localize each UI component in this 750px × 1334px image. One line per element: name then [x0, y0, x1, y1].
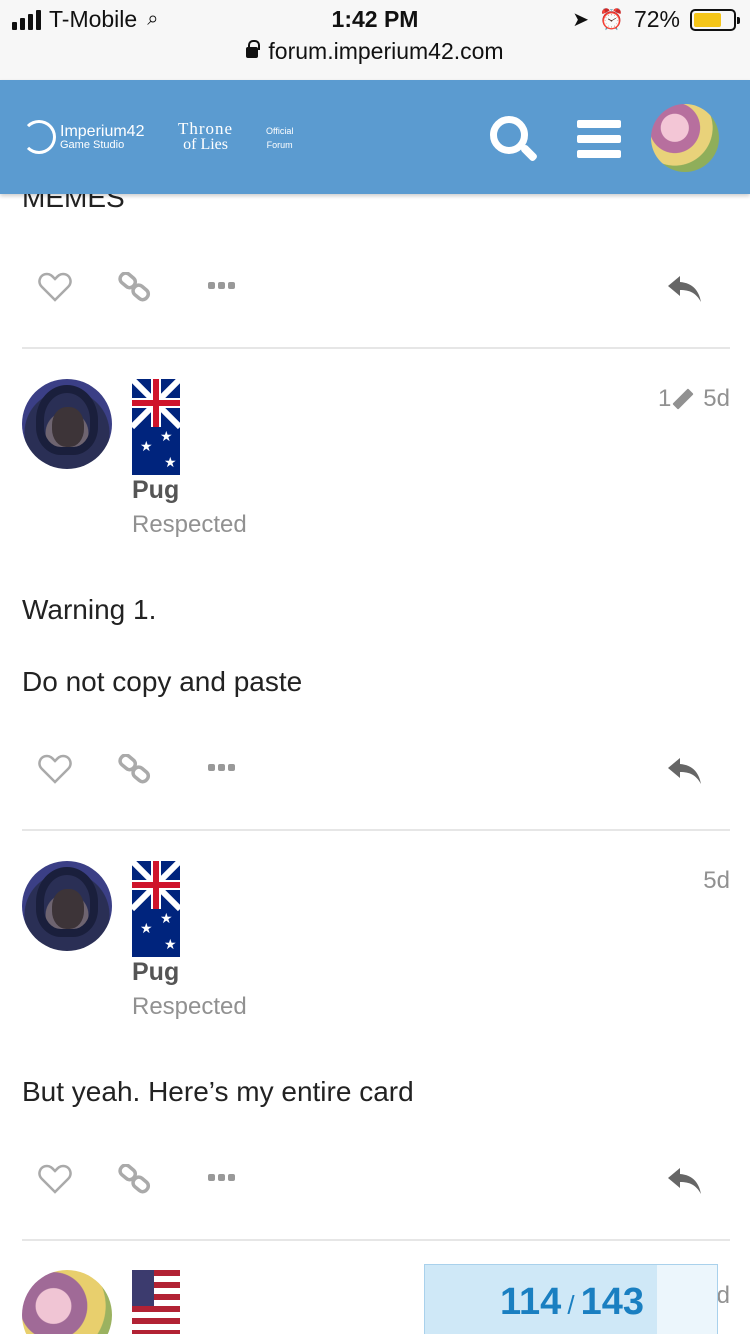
topic-stream: MEMES ★ ★ ★ Pug Respected 1 5d Warning 1… [0, 0, 750, 1334]
post-age[interactable]: 5d [703, 867, 730, 895]
throne-of-lies-logo[interactable]: Throne of Lies [178, 120, 233, 153]
share-link-icon[interactable] [118, 754, 152, 784]
user-avatar[interactable] [22, 379, 112, 469]
official-line2: Forum [266, 139, 293, 150]
user-title: Respected [132, 993, 247, 1020]
progress-counter: 114/143 [425, 1281, 719, 1324]
reply-icon[interactable] [666, 272, 704, 306]
post-actions [22, 1150, 730, 1210]
current-user-avatar[interactable] [651, 104, 719, 172]
post-meta: 1 5d [658, 385, 730, 413]
hamburger-menu-icon[interactable] [577, 120, 621, 158]
more-actions-icon[interactable] [208, 1174, 235, 1181]
search-icon[interactable] [490, 116, 539, 164]
pencil-icon[interactable] [672, 388, 694, 410]
reply-icon[interactable] [666, 1164, 704, 1198]
like-heart-icon[interactable] [38, 1164, 72, 1194]
australia-flag-icon: ★ ★ ★ [132, 861, 180, 957]
post-divider [22, 829, 730, 831]
post-body-line: But yeah. Here’s my entire card [22, 1076, 414, 1107]
usa-flag-icon [132, 1270, 180, 1334]
post-divider [22, 1239, 730, 1241]
share-link-icon[interactable] [118, 272, 152, 302]
forum-header: Imperium42 Game Studio Throne of Lies Of… [0, 80, 750, 194]
topic-progress[interactable]: 114/143 [424, 1264, 718, 1334]
post-meta: 5d [703, 867, 730, 895]
imperium42-logo[interactable]: Imperium42 Game Studio [22, 120, 144, 154]
progress-current: 114 [500, 1281, 562, 1323]
username[interactable]: Pug [132, 958, 179, 987]
post-body-line: Warning 1. [22, 594, 157, 625]
official-line1: Official [266, 126, 294, 136]
game-title-bottom: of Lies [183, 136, 228, 153]
australia-flag-icon: ★ ★ ★ [132, 379, 180, 475]
like-heart-icon[interactable] [38, 272, 72, 302]
logo-main-text: Imperium42 [60, 122, 145, 140]
post-divider [22, 347, 730, 349]
progress-separator: / [567, 1290, 575, 1320]
user-title: Respected [132, 511, 247, 538]
swirl-logo-icon [22, 120, 56, 154]
edit-count[interactable]: 1 [658, 385, 671, 413]
reply-icon[interactable] [666, 754, 704, 788]
like-heart-icon[interactable] [38, 754, 72, 784]
official-forum-label: Official Forum [266, 125, 293, 152]
more-actions-icon[interactable] [208, 282, 235, 289]
share-link-icon[interactable] [118, 1164, 152, 1194]
post-age[interactable]: 5d [703, 385, 730, 413]
game-title-top: Throne [178, 119, 234, 138]
logo-sub-text: Game Studio [60, 138, 125, 151]
post-actions [22, 258, 730, 318]
post-actions [22, 740, 730, 800]
username[interactable]: Pug [132, 476, 179, 505]
post-body-line: Do not copy and paste [22, 666, 303, 697]
user-avatar[interactable] [22, 1270, 112, 1334]
user-avatar[interactable] [22, 861, 112, 951]
progress-total: 143 [580, 1281, 644, 1323]
more-actions-icon[interactable] [208, 764, 235, 771]
